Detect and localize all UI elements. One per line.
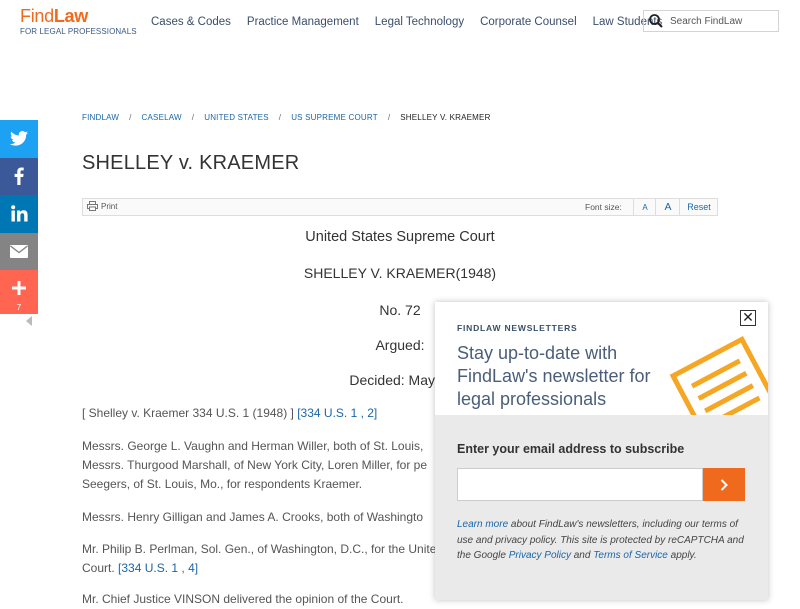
share-count: 7 (16, 303, 22, 312)
nav-corporate-counsel[interactable]: Corporate Counsel (480, 16, 577, 28)
search-icon[interactable] (648, 13, 664, 29)
subscribe-button[interactable] (703, 468, 745, 501)
linkedin-icon (10, 205, 28, 222)
terms-of-service-link[interactable]: Terms of Service (593, 550, 668, 561)
breadcrumb-separator: / (278, 113, 282, 122)
breadcrumb-separator: / (129, 113, 132, 122)
newsletter-disclaimer: Learn more about FindLaw's newsletters, … (457, 517, 749, 564)
page-reference-link[interactable]: [334 U.S. 1 , 4] (118, 561, 198, 575)
document-toolbar: Print Font size: A A Reset (82, 198, 718, 216)
newsletter-modal: FINDLAW NEWSLETTERS Stay up-to-date with… (435, 302, 768, 600)
counsel-paragraph-2: Messrs. Henry Gilligan and James A. Croo… (82, 510, 424, 524)
logo-brand-light: Find (20, 6, 54, 26)
case-name: SHELLEY V. KRAEMER(1948) (303, 265, 497, 281)
breadcrumb: FINDLAW / CASELAW / UNITED STATES / US SUPREME… (82, 113, 491, 122)
printer-icon (87, 201, 98, 211)
facebook-icon (14, 167, 24, 186)
counsel-line: Seegers, of St. Louis, Mo., for responde… (82, 477, 363, 491)
social-share-bar: 7 (0, 120, 38, 314)
privacy-policy-link[interactable]: Privacy Policy (509, 550, 571, 561)
twitter-icon (10, 131, 28, 146)
counsel-paragraph-1: Messrs. George L. Vaughn and Herman Will… (82, 437, 427, 494)
collapse-share-bar-icon[interactable] (26, 316, 32, 326)
more-share-button[interactable]: 7 (0, 270, 38, 314)
counsel-line: Court. (82, 561, 115, 575)
font-size-large-button[interactable]: A (655, 199, 680, 215)
breadcrumb-separator: / (191, 113, 195, 122)
findlaw-logo[interactable]: FindLaw FOR LEGAL PROFESSIONALS (20, 7, 137, 36)
nav-cases-codes[interactable]: Cases & Codes (151, 16, 231, 28)
plus-icon (12, 281, 26, 295)
search-input[interactable]: Search FindLaw (670, 16, 742, 27)
print-label: Print (101, 201, 118, 211)
email-label: Enter your email address to subscribe (457, 442, 685, 456)
main-nav: Cases & Codes Practice Management Legal … (151, 16, 678, 28)
counsel-line: Messrs. George L. Vaughn and Herman Will… (82, 439, 424, 453)
learn-more-link[interactable]: Learn more (457, 519, 508, 530)
counsel-line: Messrs. Thurgood Marshall, of New York C… (82, 458, 428, 472)
nav-practice-management[interactable]: Practice Management (247, 16, 359, 28)
email-share-button[interactable] (0, 232, 38, 270)
breadcrumb-separator: / (387, 113, 391, 122)
linkedin-share-button[interactable] (0, 195, 38, 233)
breadcrumb-current: SHELLEY V. KRAEMER (400, 113, 491, 122)
citation-text: [ Shelley v. Kraemer 334 U.S. 1 (1948) ] (82, 406, 294, 420)
font-size-reset-button[interactable]: Reset (679, 199, 718, 215)
page-title: SHELLEY v. KRAEMER (82, 152, 300, 174)
disclaimer-text: and (570, 550, 594, 561)
citation-page-link[interactable]: [334 U.S. 1 , 2] (297, 406, 377, 420)
facebook-share-button[interactable] (0, 157, 38, 195)
email-field[interactable] (457, 468, 703, 501)
site-header: FindLaw FOR LEGAL PROFESSIONALS Cases & … (0, 0, 800, 44)
newsletter-headline: Stay up-to-date with FindLaw's newslette… (457, 343, 651, 409)
newsletter-illustration-icon (669, 335, 768, 415)
search-box[interactable]: Search FindLaw (643, 10, 779, 32)
font-size-label: Font size: (585, 202, 622, 212)
disclaimer-text: apply. (667, 550, 697, 561)
logo-brand-bold: Law (53, 6, 88, 26)
newsletter-header: FINDLAW NEWSLETTERS Stay up-to-date with… (435, 302, 768, 415)
newsletter-kicker: FINDLAW NEWSLETTERS (457, 323, 578, 333)
breadcrumb-caselaw[interactable]: CASELAW (142, 113, 182, 122)
font-size-small-button[interactable]: A (633, 199, 656, 215)
court-name: United States Supreme Court (305, 229, 495, 245)
twitter-share-button[interactable] (0, 120, 38, 158)
nav-legal-technology[interactable]: Legal Technology (375, 16, 464, 28)
email-icon (10, 244, 28, 258)
breadcrumb-us-supreme-court[interactable]: US SUPREME COURT (291, 113, 378, 122)
print-button[interactable]: Print (87, 201, 117, 211)
logo-subtitle: FOR LEGAL PROFESSIONALS (20, 27, 137, 36)
counsel-paragraph-3: Mr. Philip B. Perlman, Sol. Gen., of Was… (82, 540, 436, 578)
close-icon[interactable]: ✕ (740, 310, 756, 326)
citation-line: [ Shelley v. Kraemer 334 U.S. 1 (1948) ]… (82, 404, 377, 423)
breadcrumb-findlaw[interactable]: FINDLAW (82, 113, 119, 122)
breadcrumb-united-states[interactable]: UNITED STATES (204, 113, 269, 122)
counsel-line: Mr. Philip B. Perlman, Sol. Gen., of Was… (82, 542, 437, 556)
chevron-right-icon (720, 478, 728, 491)
